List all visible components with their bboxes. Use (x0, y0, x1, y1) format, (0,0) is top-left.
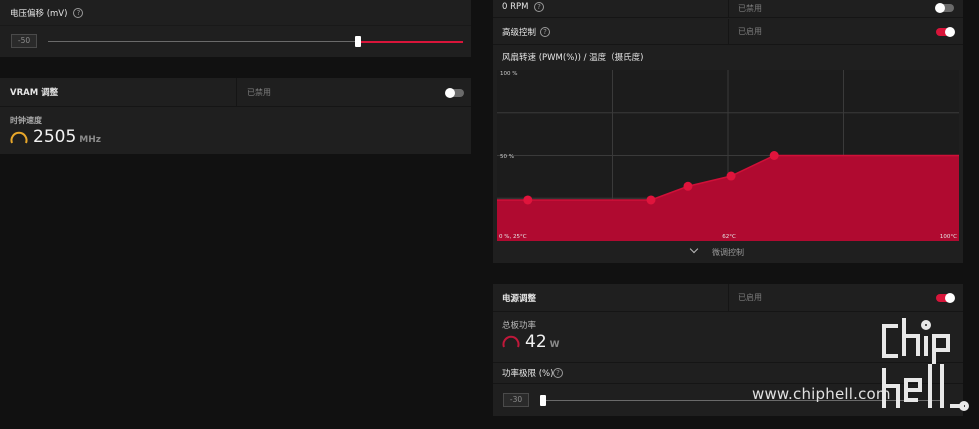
watermark-text: www.chiphell.com (752, 385, 891, 403)
vram-panel: VRAM 调整 已禁用 时钟速度 2505 MHz (0, 78, 471, 154)
gauge-icon (10, 131, 28, 144)
help-icon[interactable]: ? (73, 7, 84, 18)
board-power-label: 总板功率 (502, 321, 537, 331)
clock-speed-value: 2505 (33, 127, 77, 147)
clock-speed-label: 时钟速度 (10, 116, 42, 125)
clock-speed-unit: MHz (79, 135, 101, 145)
fan-panel: 0 RPM ? 已禁用 高级控制 ? 已启用 风扇转速 (PWM(%)) / 温… (493, 0, 963, 263)
power-limit-slider-thumb[interactable] (540, 395, 546, 406)
fan-curve-point[interactable] (523, 195, 533, 205)
voltage-slider-track[interactable] (48, 41, 358, 42)
power-tuning-status: 已启用 (738, 293, 762, 302)
zero-rpm-label: 0 RPM (502, 2, 529, 12)
divider (728, 19, 729, 44)
x-tick-label: 0 %, 25°C (499, 234, 527, 240)
divider (236, 78, 237, 106)
fan-curve-point[interactable] (726, 171, 736, 181)
power-tuning-title: 电源调整 (502, 293, 537, 304)
voltage-value-field[interactable]: -50 (11, 34, 37, 48)
fan-curve-point[interactable] (646, 195, 656, 205)
advanced-control-label: 高级控制 (502, 27, 537, 38)
fan-curve-point[interactable] (683, 181, 693, 191)
board-power-value: 42 (525, 332, 547, 352)
y-tick-label: 50 % (500, 154, 514, 160)
zero-rpm-status: 已禁用 (738, 4, 762, 13)
fan-curve-title: 风扇转速 (PWM(%)) / 温度（摄氏度) (502, 53, 644, 63)
vram-status: 已禁用 (247, 87, 271, 97)
help-icon[interactable]: ? (540, 26, 550, 37)
voltage-offset-label: 电压偏移 (mV) (10, 8, 68, 19)
power-tuning-toggle[interactable] (936, 293, 955, 303)
chevron-down-icon[interactable] (689, 244, 699, 254)
fan-curve-chart[interactable]: 100 % 50 % 0 %, 25°C 62°C 100°C (497, 70, 959, 241)
help-icon[interactable]: ? (534, 2, 544, 12)
advanced-control-status: 已启用 (738, 27, 762, 36)
x-tick-label: 62°C (722, 234, 736, 240)
fine-tune-label[interactable]: 微调控制 (712, 247, 744, 258)
zero-rpm-toggle[interactable] (935, 3, 954, 13)
voltage-panel: 电压偏移 (mV) ? -50 (0, 0, 471, 57)
advanced-control-toggle[interactable] (936, 27, 955, 37)
divider (728, 0, 729, 17)
power-limit-value-field[interactable]: -30 (503, 393, 529, 407)
power-limit-label: 功率极限 (%) (502, 369, 554, 379)
y-tick-label: 100 % (500, 71, 517, 77)
fan-curve-point[interactable] (769, 151, 779, 160)
board-power-unit: W (549, 340, 560, 350)
divider (728, 284, 729, 311)
vram-toggle[interactable] (445, 88, 464, 98)
voltage-slider-fill (358, 41, 463, 43)
chiphell-logo (882, 318, 969, 411)
x-tick-label: 100°C (940, 234, 957, 240)
gauge-icon (502, 335, 520, 348)
vram-title: VRAM 调整 (10, 88, 59, 98)
voltage-slider-thumb[interactable] (355, 36, 361, 47)
help-icon[interactable]: ? (553, 368, 563, 378)
